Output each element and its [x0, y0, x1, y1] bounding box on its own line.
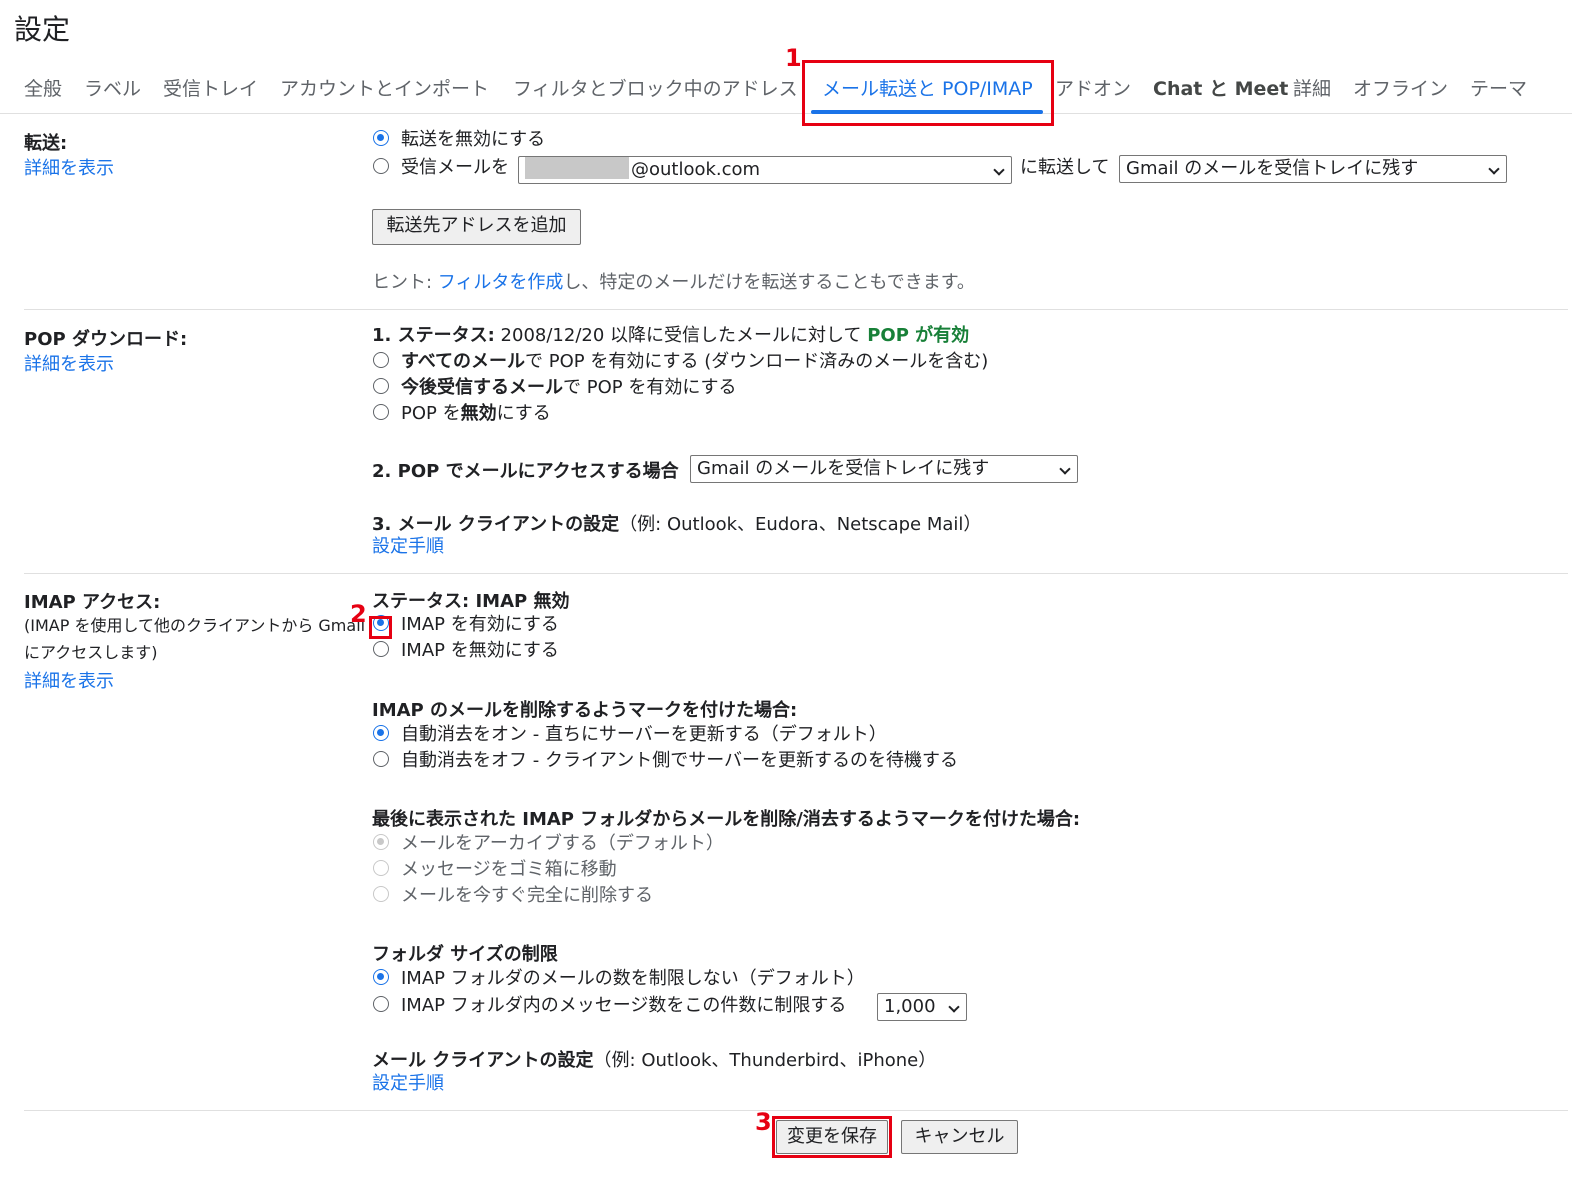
- forwarding-label: 転送:: [24, 133, 68, 154]
- forwarding-enable-radio[interactable]: [373, 158, 389, 174]
- redacted-address: [525, 157, 629, 179]
- annotation-box-2: [369, 616, 392, 639]
- imap-no-limit-radio[interactable]: [373, 969, 389, 985]
- pop-status: 1. ステータス: 2008/12/20 以降に受信したメールに対して POP …: [372, 325, 970, 346]
- pop-more-link[interactable]: 詳細を表示: [24, 350, 114, 376]
- forwarding-hint: ヒント: フィルタを作成し、特定のメールだけを転送することもできます。: [372, 272, 975, 293]
- tab-inbox[interactable]: 受信トレイ: [163, 74, 258, 101]
- pop-all-mail-radio[interactable]: [373, 352, 389, 368]
- imap-expunge-off-radio[interactable]: [373, 751, 389, 767]
- imap-disable-row[interactable]: IMAP を無効にする: [372, 638, 559, 664]
- pop-label: POP ダウンロード:: [24, 329, 188, 350]
- tab-chat-meet[interactable]: Chat と Meet: [1153, 74, 1288, 101]
- annotation-number-1: 1: [785, 44, 802, 72]
- imap-label: IMAP アクセス:: [24, 592, 161, 613]
- imap-note-line1: (IMAP を使用して他のクライアントから Gmail: [24, 616, 366, 635]
- imap-disable-radio[interactable]: [373, 641, 389, 657]
- pop-access-heading: 2. POP でメールにアクセスする場合: [372, 461, 679, 482]
- imap-expunge-on-radio[interactable]: [373, 725, 389, 741]
- imap-more-link[interactable]: 詳細を表示: [24, 667, 114, 693]
- forwarding-address-select[interactable]: @outlook.com: [518, 156, 1012, 184]
- pop-access-select[interactable]: Gmail のメールを受信トレイに残す: [690, 455, 1078, 483]
- section-divider: [24, 573, 1568, 574]
- tab-accounts-import[interactable]: アカウントとインポート: [280, 74, 489, 101]
- pop-status-value: POP が有効: [867, 325, 970, 346]
- imap-delete-forever-row[interactable]: メールを今すぐ完全に削除する: [372, 883, 653, 909]
- imap-trash-radio[interactable]: [373, 860, 389, 876]
- imap-enable-row[interactable]: IMAP を有効にする: [372, 612, 559, 638]
- tab-filters-blocked[interactable]: フィルタとブロック中のアドレス: [513, 74, 798, 101]
- imap-delete-heading: IMAP のメールを削除するようマークを付けた場合:: [372, 700, 798, 721]
- pop-all-mail-row[interactable]: すべてのメールで POP を有効にする (ダウンロード済みのメールを含む): [372, 349, 988, 375]
- imap-limit-row[interactable]: IMAP フォルダ内のメッセージ数をこの件数に制限する: [372, 993, 846, 1019]
- tab-addons[interactable]: アドオン: [1055, 74, 1131, 101]
- forwarding-disable-row[interactable]: 転送を無効にする: [372, 127, 545, 153]
- annotation-box-1: [802, 60, 1054, 126]
- section-divider: [24, 1110, 1568, 1111]
- chevron-down-icon: [993, 164, 1005, 176]
- imap-last-folder-heading: 最後に表示された IMAP フォルダからメールを削除/消去するようマークを付けた…: [372, 809, 1081, 830]
- imap-setup-link[interactable]: 設定手順: [372, 1071, 444, 1097]
- chevron-down-icon: [948, 1001, 960, 1013]
- imap-note-line2: にアクセスします): [24, 643, 158, 662]
- imap-archive-row[interactable]: メールをアーカイブする（デフォルト）: [372, 831, 724, 857]
- chevron-down-icon: [1059, 463, 1071, 475]
- imap-status-heading: ステータス: IMAP 無効: [372, 587, 574, 613]
- pop-disable-radio[interactable]: [373, 404, 389, 420]
- pop-setup-link[interactable]: 設定手順: [372, 534, 444, 560]
- imap-expunge-off-row[interactable]: 自動消去をオフ - クライアント側でサーバーを更新するのを待機する: [372, 748, 958, 774]
- create-filter-link[interactable]: フィルタを作成: [438, 272, 564, 293]
- tab-labels[interactable]: ラベル: [84, 74, 141, 101]
- annotation-number-3: 3: [755, 1108, 772, 1136]
- pop-client-heading: 3. メール クライアントの設定（例: Outlook、Eudora、Netsc…: [372, 514, 982, 535]
- imap-archive-radio[interactable]: [373, 834, 389, 850]
- tab-general[interactable]: 全般: [24, 74, 62, 101]
- tab-offline[interactable]: オフライン: [1353, 74, 1448, 101]
- imap-delete-forever-radio[interactable]: [373, 886, 389, 902]
- chevron-down-icon: [1488, 163, 1500, 175]
- section-divider: [24, 309, 1568, 310]
- annotation-box-3: [772, 1116, 892, 1158]
- pop-future-mail-radio[interactable]: [373, 378, 389, 394]
- tab-advanced[interactable]: 詳細: [1293, 74, 1331, 101]
- forwarding-middle-text: に転送して: [1020, 157, 1110, 178]
- cancel-button[interactable]: キャンセル: [901, 1120, 1018, 1154]
- forwarding-more-link[interactable]: 詳細を表示: [24, 154, 114, 180]
- annotation-number-2: 2: [350, 600, 367, 628]
- imap-no-limit-row[interactable]: IMAP フォルダのメールの数を制限しない（デフォルト）: [372, 966, 865, 992]
- pop-disable-row[interactable]: POP を無効にする: [372, 401, 551, 427]
- forwarding-disable-radio[interactable]: [373, 130, 389, 146]
- imap-limit-select[interactable]: 1,000: [877, 993, 967, 1021]
- page-title: 設定: [14, 13, 71, 46]
- forwarding-action-select[interactable]: Gmail のメールを受信トレイに残す: [1119, 155, 1507, 183]
- imap-trash-row[interactable]: メッセージをゴミ箱に移動: [372, 857, 617, 883]
- add-forwarding-address-button[interactable]: 転送先アドレスを追加: [372, 209, 581, 245]
- imap-limit-radio[interactable]: [373, 996, 389, 1012]
- pop-future-mail-row[interactable]: 今後受信するメールで POP を有効にする: [372, 375, 737, 401]
- forwarding-enable-row[interactable]: 受信メールを: [372, 155, 509, 181]
- tab-themes[interactable]: テーマ: [1470, 74, 1527, 101]
- imap-client-heading: メール クライアントの設定（例: Outlook、Thunderbird、iPh…: [372, 1050, 937, 1071]
- imap-expunge-on-row[interactable]: 自動消去をオン - 直ちにサーバーを更新する（デフォルト）: [372, 722, 887, 748]
- imap-folder-size-heading: フォルダ サイズの制限: [372, 944, 558, 965]
